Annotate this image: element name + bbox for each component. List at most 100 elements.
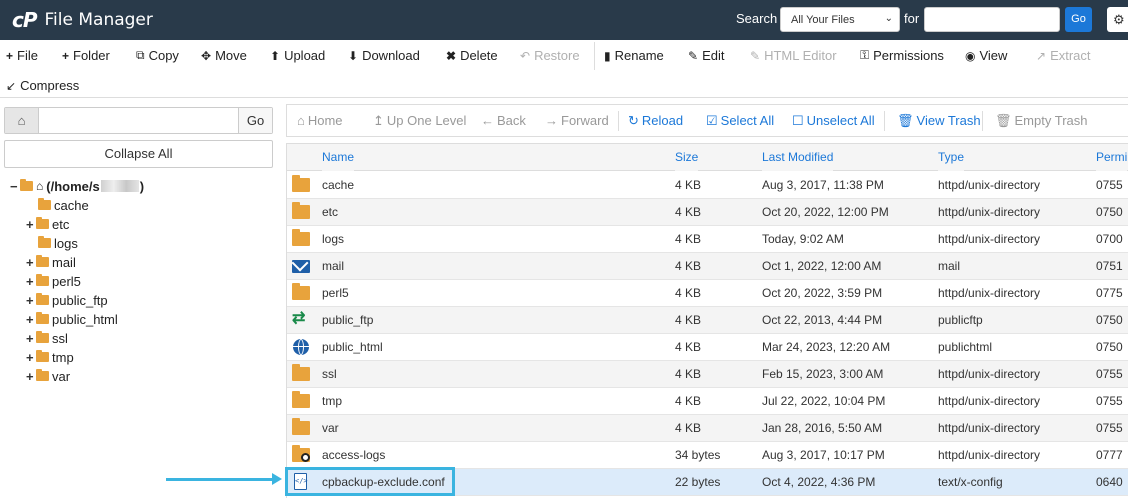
- upload-button[interactable]: ⬆ Upload: [270, 48, 325, 63]
- column-header-last-modified[interactable]: Last Modified: [762, 144, 834, 171]
- expand-toggle[interactable]: +: [26, 350, 36, 365]
- for-label: for: [904, 11, 920, 26]
- tree-item-etc[interactable]: + etc: [26, 215, 69, 233]
- delete-x-icon: ✖: [446, 48, 457, 63]
- html-editor-button[interactable]: ✎ HTML Editor: [750, 48, 837, 63]
- column-header-type[interactable]: Type: [938, 144, 965, 171]
- new-folder-button[interactable]: + Folder: [62, 48, 110, 63]
- expand-toggle[interactable]: +: [26, 312, 36, 327]
- view-button[interactable]: ◉ View: [965, 48, 1007, 63]
- nav-home-button[interactable]: ⌂ Home: [297, 113, 343, 128]
- annotation-arrow-head: [272, 473, 282, 485]
- table-row[interactable]: access-logs 34 bytes Aug 3, 2017, 10:17 PM…: [287, 442, 1128, 469]
- tree-item-tmp[interactable]: + tmp: [26, 348, 74, 366]
- file-permissions: 0755: [1096, 367, 1123, 381]
- reload-button[interactable]: ↻ Reload: [628, 113, 683, 129]
- path-go-button[interactable]: Go: [238, 108, 272, 133]
- column-header-name[interactable]: Name: [322, 144, 355, 171]
- tree-root[interactable]: − ⌂ (/home/s ): [10, 177, 144, 195]
- table-row[interactable]: cache 4 KB Aug 3, 2017, 11:38 PM httpd/unix…: [287, 172, 1128, 199]
- select-all-button[interactable]: ☑ Select All: [706, 113, 774, 129]
- extract-button[interactable]: ↗ Extract: [1036, 48, 1091, 63]
- file-permissions: 0700: [1096, 232, 1123, 246]
- tree-item-public-ftp[interactable]: + public_ftp: [26, 291, 108, 309]
- forward-button[interactable]: → Forward: [545, 113, 609, 128]
- table-row[interactable]: logs 4 KB Today, 9:02 AM httpd/unix-directo…: [287, 226, 1128, 253]
- expand-toggle[interactable]: +: [26, 293, 36, 308]
- tree-item-ssl[interactable]: + ssl: [26, 329, 68, 347]
- column-header-permissions[interactable]: Permi: [1096, 144, 1128, 171]
- column-header-size[interactable]: Size: [675, 144, 699, 171]
- file-permissions: 0755: [1096, 421, 1123, 435]
- file-size: 4 KB: [675, 421, 702, 435]
- table-row[interactable]: tmp 4 KB Jul 22, 2022, 10:04 PM httpd/unix-…: [287, 388, 1128, 415]
- symlink-folder-icon: [292, 445, 310, 462]
- move-label: Move: [215, 48, 247, 63]
- view-trash-label: View Trash: [916, 113, 981, 128]
- brand[interactable]: cP File Manager: [12, 8, 153, 32]
- table-row[interactable]: etc 4 KB Oct 20, 2022, 12:00 PM httpd/unix-…: [287, 199, 1128, 226]
- trash-icon: 🗑: [995, 113, 1012, 128]
- file-name: perl5: [322, 286, 349, 300]
- file-name: public_ftp: [322, 313, 374, 327]
- search-scope-value: All Your Files: [791, 14, 855, 26]
- tree-item-mail[interactable]: + mail: [26, 253, 76, 271]
- table-row[interactable]: public_html 4 KB Mar 24, 2023, 12:20 AM pub…: [287, 334, 1128, 361]
- table-row[interactable]: mail 4 KB Oct 1, 2022, 12:00 AM mail 0751: [287, 253, 1128, 280]
- folder-icon: [292, 418, 310, 435]
- tree-item-label: ssl: [52, 330, 68, 346]
- move-button[interactable]: ✥ Move: [201, 48, 247, 63]
- unselect-all-button[interactable]: ☐ Unselect All: [792, 113, 875, 129]
- tree-root-suffix: ): [139, 178, 145, 194]
- copy-button[interactable]: ⧉ Copy: [136, 48, 179, 63]
- expand-toggle[interactable]: +: [26, 331, 36, 346]
- delete-button[interactable]: ✖ Delete: [446, 48, 498, 63]
- empty-trash-button[interactable]: 🗑 Empty Trash: [995, 113, 1087, 129]
- compress-icon: ↙: [6, 78, 17, 93]
- nav-divider: [618, 111, 619, 131]
- search-go-button[interactable]: Go: [1065, 7, 1092, 32]
- folder-icon: [20, 179, 33, 191]
- view-trash-button[interactable]: 🗑 View Trash: [897, 113, 981, 129]
- permissions-button[interactable]: ⚿ Permissions: [860, 48, 944, 63]
- table-row[interactable]: perl5 4 KB Oct 20, 2022, 3:59 PM httpd/unix…: [287, 280, 1128, 307]
- table-row[interactable]: ssl 4 KB Feb 15, 2023, 3:00 AM httpd/unix-d…: [287, 361, 1128, 388]
- compress-label: Compress: [20, 78, 80, 93]
- tree-item-logs[interactable]: logs: [38, 234, 78, 252]
- tree-item-perl5[interactable]: + perl5: [26, 272, 81, 290]
- expand-toggle[interactable]: +: [26, 274, 36, 289]
- settings-button[interactable]: ⚙: [1107, 7, 1128, 32]
- new-file-button[interactable]: + File: [6, 48, 38, 63]
- table-row[interactable]: ⇄ public_ftp 4 KB Oct 22, 2013, 4:44 PM publ…: [287, 307, 1128, 334]
- home-button[interactable]: ⌂: [5, 108, 39, 133]
- search-scope-select[interactable]: All Your Files ⌄: [780, 7, 900, 32]
- rename-button[interactable]: ▮ Rename: [604, 48, 664, 63]
- collapse-all-button[interactable]: Collapse All: [4, 140, 273, 168]
- tree-item-var[interactable]: + var: [26, 367, 70, 385]
- expand-toggle[interactable]: +: [26, 369, 36, 384]
- edit-button[interactable]: ✎ Edit: [688, 48, 724, 63]
- table-row[interactable]: var 4 KB Jan 28, 2016, 5:50 AM httpd/unix-d…: [287, 415, 1128, 442]
- table-header: [287, 144, 1128, 171]
- collapse-toggle[interactable]: −: [10, 179, 20, 194]
- download-button[interactable]: ⬇ Download: [348, 48, 420, 63]
- tree-item-label: cache: [54, 197, 89, 213]
- tree-item-cache[interactable]: cache: [38, 196, 89, 214]
- delete-label: Delete: [460, 48, 498, 63]
- file-type: text/x-config: [938, 475, 1003, 489]
- path-bar: ⌂ Go: [4, 107, 273, 134]
- undo-icon: ↶: [520, 48, 531, 63]
- tree-root-label: (/home/s: [46, 178, 100, 194]
- compress-button[interactable]: ↙ Compress: [6, 78, 79, 93]
- search-input[interactable]: [924, 7, 1060, 32]
- rename-label: Rename: [614, 48, 664, 63]
- file-last-modified: Feb 15, 2023, 3:00 AM: [762, 367, 884, 381]
- up-one-level-label: Up One Level: [386, 113, 467, 128]
- arrow-left-icon: ←: [481, 113, 494, 128]
- up-one-level-button[interactable]: ↥ Up One Level: [373, 113, 466, 129]
- restore-button[interactable]: ↶ Restore: [520, 48, 580, 63]
- expand-toggle[interactable]: +: [26, 217, 36, 232]
- back-button[interactable]: ← Back: [481, 113, 526, 128]
- expand-toggle[interactable]: +: [26, 255, 36, 270]
- tree-item-public-html[interactable]: + public_html: [26, 310, 118, 328]
